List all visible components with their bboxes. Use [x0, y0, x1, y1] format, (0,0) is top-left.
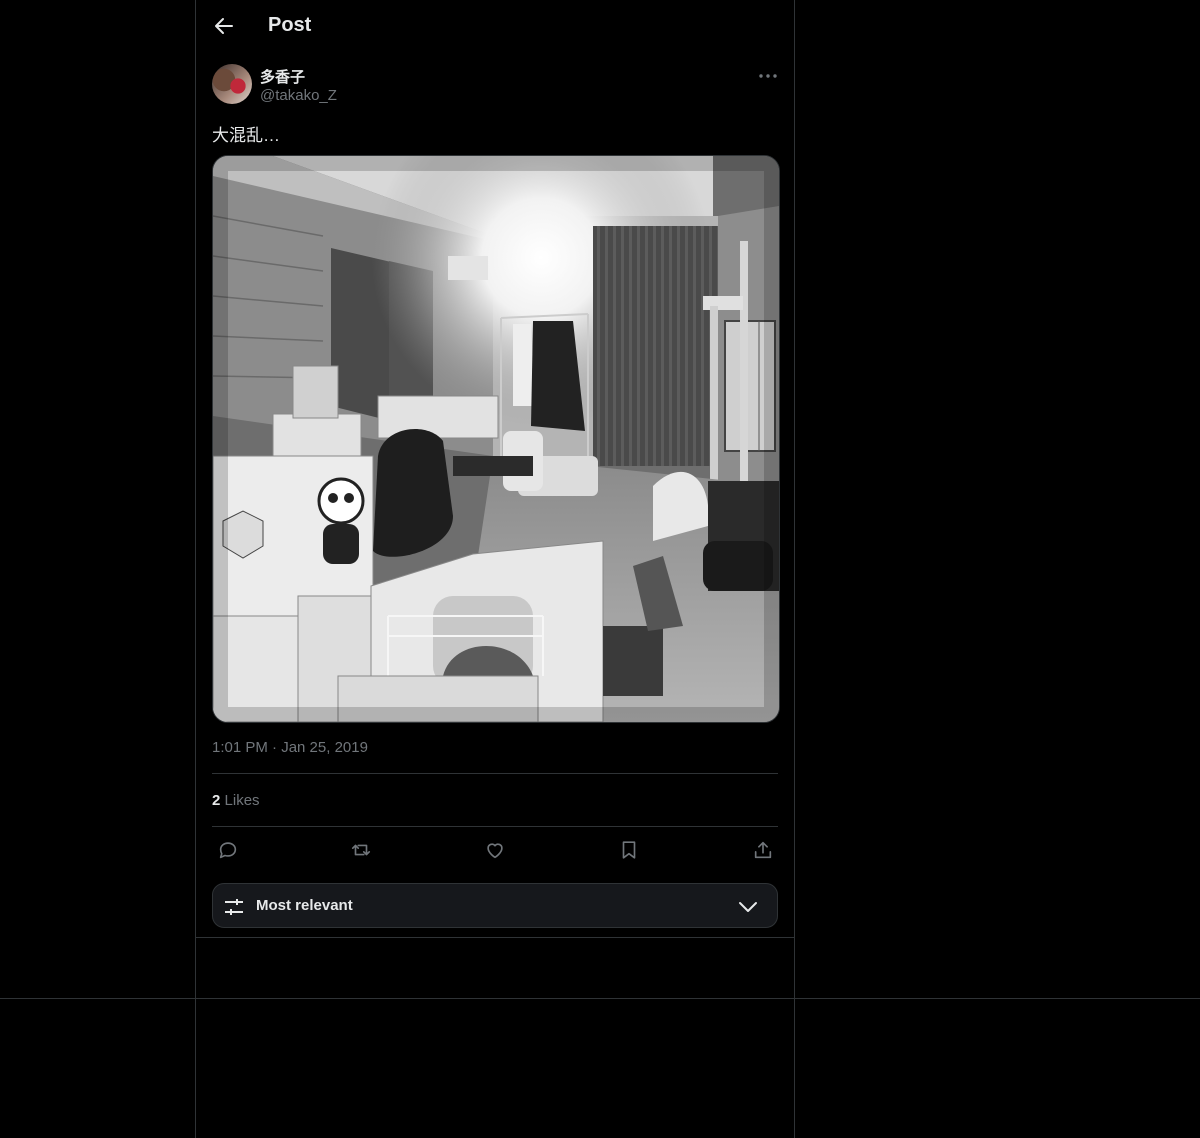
likes-label: Likes	[224, 792, 260, 809]
page-title: Post	[268, 14, 312, 36]
sort-replies-dropdown[interactable]: Most relevant	[212, 883, 778, 928]
reply-icon[interactable]	[217, 839, 241, 863]
post-timestamp[interactable]: 1:01 PM · Jan 25, 2019	[212, 739, 368, 756]
photo-room-illustration	[213, 156, 779, 722]
author-handle[interactable]: @takako_Z	[260, 87, 337, 104]
share-icon[interactable]	[752, 839, 776, 863]
more-options-icon[interactable]	[756, 64, 780, 88]
divider	[212, 826, 778, 827]
top-bar: Post	[196, 0, 794, 54]
post-text: 大混乱…	[212, 126, 280, 145]
main-column: Post 多香子 @takako_Z 大混乱… 1:01 PM · Jan 25…	[195, 0, 795, 1138]
post-image[interactable]	[212, 155, 780, 723]
bookmark-icon[interactable]	[618, 839, 642, 863]
chevron-down-icon	[737, 896, 759, 918]
author-display-name[interactable]: 多香子	[260, 66, 305, 87]
column-divider	[196, 937, 794, 938]
sliders-icon	[223, 896, 245, 918]
likes-number: 2	[212, 792, 221, 809]
like-icon[interactable]	[484, 839, 508, 863]
repost-icon[interactable]	[350, 839, 374, 863]
likes-count[interactable]: 2 Likes	[212, 792, 260, 809]
avatar[interactable]	[212, 64, 252, 104]
divider	[212, 773, 778, 774]
sort-label: Most relevant	[256, 897, 353, 914]
back-arrow-icon[interactable]	[212, 14, 236, 38]
